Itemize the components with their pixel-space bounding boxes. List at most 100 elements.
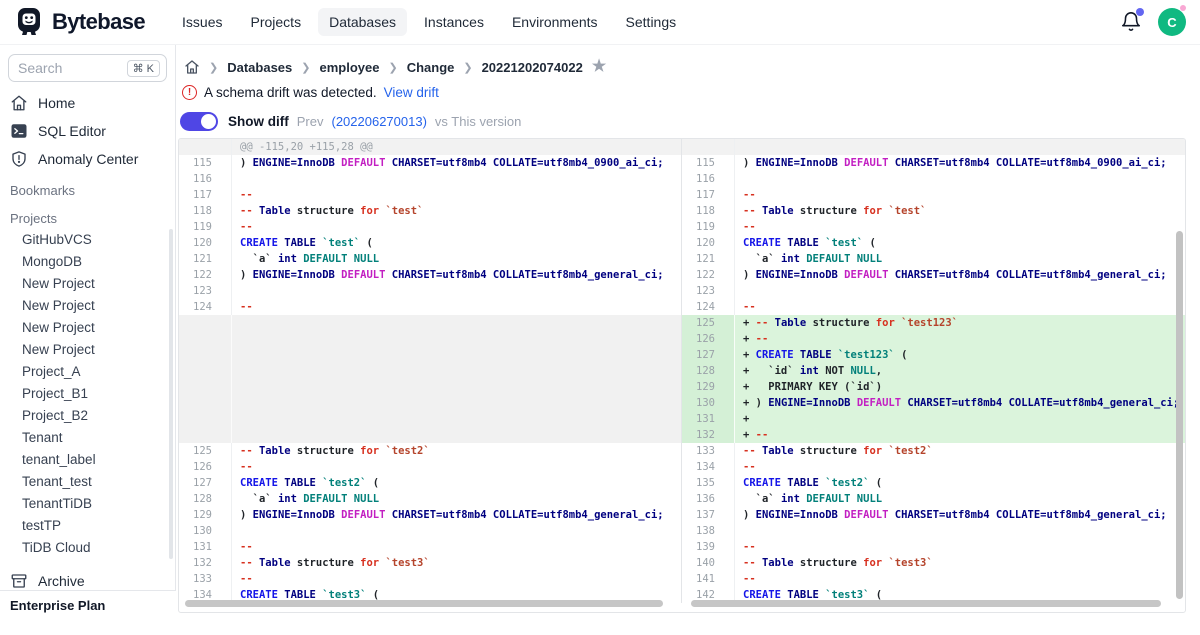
code-line: CREATE TABLE `test` ( (232, 235, 681, 251)
drift-message: A schema drift was detected. (204, 85, 377, 100)
sidebar-project-item[interactable]: Project_A (0, 361, 175, 383)
line-number: 117 (682, 187, 735, 203)
nav-tab-databases[interactable]: Databases (318, 8, 407, 36)
nav-tab-issues[interactable]: Issues (171, 8, 233, 36)
line-number: 129 (682, 379, 735, 395)
sidebar-project-item[interactable]: Tenant_test (0, 471, 175, 493)
horizontal-scrollbar-right[interactable] (691, 600, 1161, 607)
diff-row: 128 `a` int DEFAULT NULL (179, 491, 681, 507)
line-number: 132 (179, 555, 232, 571)
diff-row: 116 (682, 171, 1185, 187)
diff-spacer-row (179, 315, 681, 331)
sidebar-project-item[interactable]: Tenant (0, 427, 175, 449)
line-number: 127 (682, 347, 735, 363)
sidebar-item-home[interactable]: Home (0, 89, 175, 117)
user-avatar[interactable]: C (1158, 8, 1186, 36)
code-line: ) ENGINE=InnoDB DEFAULT CHARSET=utf8mb4 … (735, 267, 1185, 283)
code-line: -- (735, 571, 1185, 587)
diff-added-row: 125+ -- Table structure for `test123` (682, 315, 1185, 331)
prev-version-link[interactable]: (202206270013) (331, 114, 426, 129)
sidebar-project-item[interactable]: testTP (0, 515, 175, 537)
sidebar-section-projects: Projects (0, 201, 175, 229)
nav-tab-settings[interactable]: Settings (615, 8, 688, 36)
code-line: -- (232, 187, 681, 203)
nav-tab-environments[interactable]: Environments (501, 8, 609, 36)
notifications-button[interactable] (1120, 11, 1142, 33)
sidebar-project-item[interactable]: Project_B1 (0, 383, 175, 405)
diff-row: 125-- Table structure for `test2` (179, 443, 681, 459)
line-number: 120 (179, 235, 232, 251)
diff-spacer-row (179, 347, 681, 363)
bookmark-star-icon[interactable]: ★ (592, 59, 606, 75)
vs-label: vs This version (435, 114, 521, 129)
sidebar-project-item[interactable]: New Project (0, 273, 175, 295)
vertical-scrollbar[interactable] (1176, 231, 1183, 599)
diff-added-row: 128+ `id` int NOT NULL, (682, 363, 1185, 379)
sidebar-item-anomaly-center[interactable]: Anomaly Center (0, 145, 175, 173)
line-number: 136 (682, 491, 735, 507)
diff-row: 117-- (179, 187, 681, 203)
line-number: 131 (682, 411, 735, 427)
diff-added-row: 129+ PRIMARY KEY (`id`) (682, 379, 1185, 395)
diff-row: 120CREATE TABLE `test` ( (179, 235, 681, 251)
sidebar-project-item[interactable]: TenantTiDB (0, 493, 175, 515)
diff-spacer-row (179, 427, 681, 443)
sidebar-scrollbar[interactable] (169, 229, 173, 559)
sidebar-item-label: Home (38, 95, 75, 111)
sidebar-project-item[interactable]: Project_B2 (0, 405, 175, 427)
diff-row: 115) ENGINE=InnoDB DEFAULT CHARSET=utf8m… (179, 155, 681, 171)
diff-row: 129) ENGINE=InnoDB DEFAULT CHARSET=utf8m… (179, 507, 681, 523)
line-number: 124 (682, 299, 735, 315)
code-line: + CREATE TABLE `test123` ( (735, 347, 1185, 363)
view-drift-link[interactable]: View drift (384, 85, 439, 100)
show-diff-toggle[interactable] (180, 112, 218, 131)
bytebase-logo[interactable]: Bytebase (14, 7, 145, 37)
line-number (179, 411, 232, 427)
sidebar-item-label: SQL Editor (38, 123, 106, 139)
diff-row: 139-- (682, 539, 1185, 555)
sidebar-project-item[interactable]: New Project (0, 317, 175, 339)
breadcrumb-item-databases[interactable]: Databases (227, 60, 292, 75)
breadcrumb-separator: ❯ (388, 61, 397, 74)
line-number: 123 (179, 283, 232, 299)
code-line (232, 171, 681, 187)
diff-spacer-row (179, 379, 681, 395)
breadcrumb-item-version[interactable]: 20221202074022 (482, 60, 583, 75)
sidebar-project-item[interactable]: New Project (0, 295, 175, 317)
diff-hunk-header: @@ -115,20 +115,28 @@ (179, 139, 681, 155)
sidebar-project-item[interactable]: TiDB Cloud (0, 537, 175, 559)
nav-tab-instances[interactable]: Instances (413, 8, 495, 36)
line-number: 119 (179, 219, 232, 235)
sidebar-project-item[interactable]: New Project (0, 339, 175, 361)
breadcrumb-home-icon[interactable] (184, 59, 200, 75)
diff-toolbar: Show diff Prev (202206270013) vs This ve… (176, 100, 1200, 131)
sql-editor-icon (10, 122, 28, 140)
sidebar-project-item[interactable]: GitHubVCS (0, 229, 175, 251)
diff-row: 126-- (179, 459, 681, 475)
sidebar-item-sql-editor[interactable]: SQL Editor (0, 117, 175, 145)
line-number: 123 (682, 283, 735, 299)
diff-row: 133-- Table structure for `test2` (682, 443, 1185, 459)
code-line (232, 283, 681, 299)
search-input[interactable]: Search ⌘ K (8, 54, 167, 82)
code-line: -- (232, 571, 681, 587)
line-number: 133 (682, 443, 735, 459)
horizontal-scrollbar-left[interactable] (185, 600, 663, 607)
diff-row: 127CREATE TABLE `test2` ( (179, 475, 681, 491)
nav-tab-projects[interactable]: Projects (240, 8, 313, 36)
diff-row: 136 `a` int DEFAULT NULL (682, 491, 1185, 507)
sidebar-project-item[interactable]: MongoDB (0, 251, 175, 273)
line-number (179, 427, 232, 443)
code-line: -- (232, 219, 681, 235)
line-number: 119 (682, 219, 735, 235)
sidebar-project-item[interactable]: tenant_label (0, 449, 175, 471)
diff-spacer-row (179, 411, 681, 427)
code-line: CREATE TABLE `test2` ( (232, 475, 681, 491)
schema-drift-alert: ! A schema drift was detected. View drif… (176, 75, 1200, 100)
code-line: ) ENGINE=InnoDB DEFAULT CHARSET=utf8mb4 … (232, 267, 681, 283)
code-line: ) ENGINE=InnoDB DEFAULT CHARSET=utf8mb4 … (232, 507, 681, 523)
line-number: 131 (179, 539, 232, 555)
breadcrumb-item-change[interactable]: Change (407, 60, 455, 75)
code-line: ) ENGINE=InnoDB DEFAULT CHARSET=utf8mb4 … (735, 155, 1185, 171)
breadcrumb-item-employee[interactable]: employee (319, 60, 379, 75)
